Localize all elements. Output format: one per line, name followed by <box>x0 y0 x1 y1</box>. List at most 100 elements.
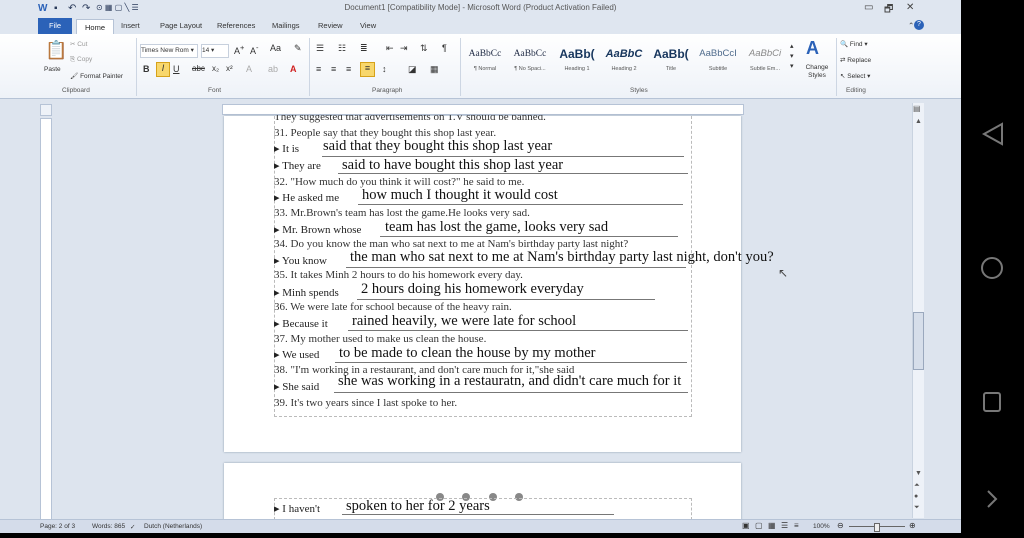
ruler-tab-selector[interactable] <box>40 104 52 116</box>
tab-references[interactable]: References <box>217 21 255 30</box>
line-spacing-icon[interactable]: ↕ <box>382 64 387 74</box>
styles-scroll-icon[interactable]: ▴ ▾ ▾ <box>790 42 794 72</box>
paste-button[interactable]: Paste <box>44 66 61 73</box>
zoom-slider-thumb[interactable] <box>874 523 880 532</box>
tab-review[interactable]: Review <box>318 21 343 30</box>
answer-34[interactable]: the man who sat next to me at Nam's birt… <box>350 249 774 266</box>
close-icon[interactable]: ✕ <box>906 2 914 13</box>
tab-mailings[interactable]: Mailings <box>272 21 300 30</box>
view-outline-icon[interactable]: ☰ <box>781 521 788 530</box>
language-indicator[interactable]: Dutch (Netherlands) <box>144 523 202 530</box>
forward-icon[interactable] <box>987 490 998 508</box>
restore-icon[interactable]: 🗗 <box>884 2 893 19</box>
find-button[interactable]: 🔍 Find ▾ <box>840 40 868 48</box>
copy-button[interactable]: ⎘ Copy <box>70 56 92 64</box>
view-full-screen-icon[interactable]: ▢ <box>755 521 763 530</box>
change-styles-button[interactable]: Change Styles <box>802 64 832 80</box>
change-styles-icon[interactable]: A <box>806 38 819 59</box>
view-print-layout-icon[interactable]: ▣ <box>742 521 750 530</box>
recents-icon[interactable] <box>983 392 1001 412</box>
horizontal-ruler[interactable] <box>222 104 744 115</box>
style-heading-2[interactable]: AaBbC Heading 2 <box>603 42 645 80</box>
select-browse-object-icon[interactable]: ● <box>914 493 918 500</box>
proofing-icon[interactable]: ✓ <box>130 523 135 531</box>
answer-39[interactable]: spoken to her for 2 years <box>346 498 490 515</box>
font-color-icon[interactable]: A <box>290 64 297 74</box>
answer-underline <box>346 267 686 268</box>
style-title[interactable]: AaBb( Title <box>650 42 692 80</box>
underline-icon[interactable]: U <box>173 64 180 74</box>
zoom-in-icon[interactable]: ⊕ <box>909 521 916 530</box>
scroll-down-icon[interactable]: ▼ <box>915 470 922 477</box>
view-draft-icon[interactable]: ≡ <box>794 521 799 530</box>
style-no-spacing[interactable]: AaBbCc ¶ No Spaci... <box>509 42 551 80</box>
help-icon[interactable]: ? <box>914 20 924 30</box>
word-count[interactable]: Words: 865 <box>92 523 125 530</box>
tab-insert[interactable]: Insert <box>121 21 140 30</box>
highlight-icon[interactable]: ab <box>268 64 278 74</box>
format-painter-button[interactable]: 🖌 Format Painter <box>70 72 123 80</box>
bullets-icon[interactable]: ☰ <box>316 43 324 54</box>
answer-33[interactable]: team has lost the game, looks very sad <box>385 219 608 236</box>
page-count[interactable]: Page: 2 of 3 <box>40 523 75 530</box>
android-navigation-bar <box>961 0 1024 533</box>
ruler-toggle-icon[interactable]: ▤ <box>913 104 921 113</box>
answer-31a[interactable]: said that they bought this shop last yea… <box>323 138 552 155</box>
window-title: Document1 [Compatibility Mode] - Microso… <box>344 3 617 12</box>
italic-icon[interactable]: I <box>156 62 170 77</box>
next-page-icon[interactable]: ⏷ <box>914 504 920 512</box>
cut-button[interactable]: ✂ Cut <box>70 40 87 48</box>
increase-indent-icon[interactable]: ⇥ <box>400 43 408 54</box>
answer-36[interactable]: rained heavily, we were late for school <box>352 313 576 330</box>
answer-31b[interactable]: said to have bought this shop last year <box>342 157 563 174</box>
style-subtle-emphasis[interactable]: AaBbCi Subtle Em... <box>744 42 786 80</box>
bold-icon[interactable]: B <box>143 64 150 74</box>
grow-font-icon[interactable]: A+ <box>234 43 244 56</box>
answer-38[interactable]: she was working in a restauratn, and did… <box>338 373 681 390</box>
strikethrough-icon[interactable]: abc <box>192 64 205 73</box>
answer-35[interactable]: 2 hours doing his homework everyday <box>361 281 584 298</box>
change-case-icon[interactable]: ✎ <box>294 43 302 54</box>
subscript-icon[interactable]: x₂ <box>212 64 219 73</box>
tab-view[interactable]: View <box>360 21 376 30</box>
decrease-indent-icon[interactable]: ⇤ <box>386 43 394 54</box>
style-normal[interactable]: AaBbCc ¶ Normal <box>464 42 506 80</box>
vertical-scrollbar[interactable] <box>912 103 924 518</box>
sort-icon[interactable]: ⇅ <box>420 43 428 54</box>
font-size-select[interactable]: 14 ▾ <box>201 44 229 58</box>
style-heading-1[interactable]: AaBb( Heading 1 <box>556 42 598 80</box>
answer-37[interactable]: to be made to clean the house by my moth… <box>339 345 596 362</box>
view-web-layout-icon[interactable]: ▦ <box>768 521 776 530</box>
shading-icon[interactable]: ◪ <box>408 64 417 75</box>
tab-file[interactable]: File <box>38 18 72 34</box>
font-name-select[interactable]: Times New Rom ▾ <box>140 44 198 58</box>
superscript-icon[interactable]: x² <box>226 64 233 73</box>
justify-icon[interactable]: ≡ <box>360 62 375 77</box>
scroll-up-icon[interactable]: ▲ <box>915 118 922 125</box>
tab-page-layout[interactable]: Page Layout <box>160 21 202 30</box>
replace-button[interactable]: ⇄ Replace <box>840 56 871 64</box>
text-effects-icon[interactable]: A <box>246 64 252 74</box>
align-right-icon[interactable]: ≡ <box>346 64 351 74</box>
borders-icon[interactable]: ▦ <box>430 64 439 75</box>
paste-icon[interactable]: 📋 <box>45 40 67 61</box>
multilevel-list-icon[interactable]: ≣ <box>360 43 368 54</box>
answer-32[interactable]: how much I thought it would cost <box>362 187 558 204</box>
vertical-ruler[interactable] <box>40 118 52 520</box>
zoom-level[interactable]: 100% <box>813 523 830 530</box>
align-left-icon[interactable]: ≡ <box>316 64 321 74</box>
zoom-out-icon[interactable]: ⊖ <box>837 521 844 530</box>
numbering-icon[interactable]: ☷ <box>338 43 346 54</box>
align-center-icon[interactable]: ≡ <box>331 64 336 74</box>
style-subtitle[interactable]: AaBbCcI Subtitle <box>697 42 739 80</box>
cut-label: Cut <box>77 41 88 48</box>
scrollbar-thumb[interactable] <box>913 312 924 370</box>
previous-page-icon[interactable]: ⏶ <box>914 482 920 490</box>
minimize-icon[interactable]: ▭ <box>864 2 873 13</box>
shrink-font-icon[interactable]: A- <box>250 43 259 56</box>
clear-formatting-icon[interactable]: Aa <box>270 43 281 53</box>
select-button[interactable]: ↖ Select ▾ <box>840 72 870 80</box>
back-icon[interactable] <box>981 122 1003 146</box>
home-icon[interactable] <box>981 257 1003 279</box>
show-formatting-icon[interactable]: ¶ <box>442 43 447 53</box>
